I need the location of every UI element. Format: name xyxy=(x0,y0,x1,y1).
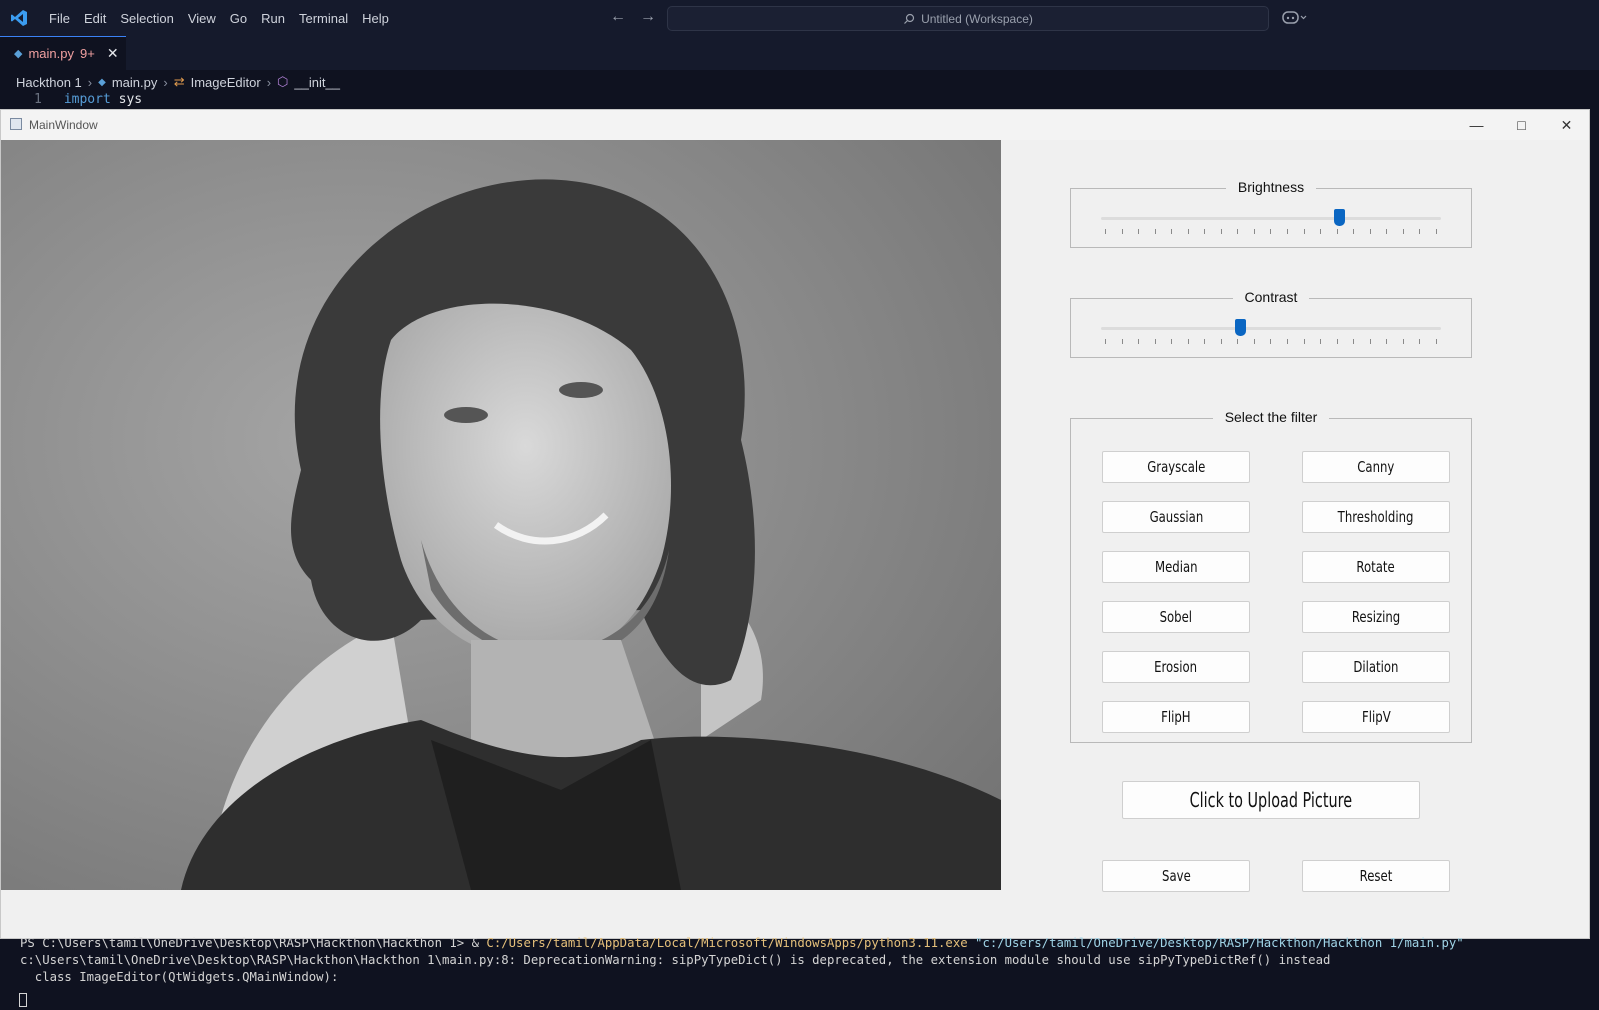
save-button[interactable]: Save xyxy=(1102,860,1250,892)
chevron-right-icon: › xyxy=(266,74,272,90)
menu-bar: File Edit Selection View Go Run Terminal… xyxy=(42,0,396,36)
contrast-label: Contrast xyxy=(1232,289,1310,305)
erosion-button[interactable]: Erosion xyxy=(1102,651,1250,683)
gaussian-button[interactable]: Gaussian xyxy=(1102,501,1250,533)
sobel-button[interactable]: Sobel xyxy=(1102,601,1250,633)
flipv-button[interactable]: FlipV xyxy=(1302,701,1450,733)
tab-problem-badge: 9+ xyxy=(80,46,95,61)
vscode-titlebar: File Edit Selection View Go Run Terminal… xyxy=(0,0,1599,36)
command-center-text: Untitled (Workspace) xyxy=(921,11,1033,26)
tab-main-py[interactable]: ◆ main.py 9+ ✕ xyxy=(0,36,126,70)
terminal-line-1: PS C:\Users\tamil\OneDrive\Desktop\RASP\… xyxy=(20,936,1464,950)
terminal-line-3: class ImageEditor(QtWidgets.QMainWindow)… xyxy=(20,970,339,984)
minimize-icon[interactable]: — xyxy=(1454,110,1499,140)
resizing-button[interactable]: Resizing xyxy=(1302,601,1450,633)
terminal-exe-path: C:/Users/tamil/AppData/Local/Microsoft/W… xyxy=(486,936,968,950)
qt-main-window: MainWindow — □ ✕ Brightness Contrast Sel… xyxy=(0,109,1590,939)
navigation-arrows: ← → xyxy=(610,8,656,26)
contrast-slider-track[interactable] xyxy=(1101,327,1441,330)
code-identifier: sys xyxy=(118,92,143,107)
window-icon xyxy=(10,118,22,130)
portrait-image xyxy=(1,140,1001,890)
menu-help[interactable]: Help xyxy=(355,11,396,26)
terminal-cursor xyxy=(19,993,27,1007)
breadcrumb-file[interactable]: main.py xyxy=(112,75,158,90)
terminal-prompt: PS C:\Users\tamil\OneDrive\Desktop\RASP\… xyxy=(20,936,487,950)
median-button[interactable]: Median xyxy=(1102,551,1250,583)
brightness-label: Brightness xyxy=(1225,179,1317,195)
copilot-icon[interactable] xyxy=(1282,9,1308,28)
python-file-icon: ◆ xyxy=(14,48,23,60)
line-number: 1 xyxy=(34,92,42,107)
brightness-slider-track[interactable] xyxy=(1101,217,1441,220)
menu-edit[interactable]: Edit xyxy=(77,11,113,26)
filter-group-label: Select the filter xyxy=(1212,409,1330,425)
menu-file[interactable]: File xyxy=(42,11,77,26)
thresholding-button[interactable]: Thresholding xyxy=(1302,501,1450,533)
image-preview xyxy=(1,140,1001,890)
menu-view[interactable]: View xyxy=(181,11,223,26)
canny-button[interactable]: Canny xyxy=(1302,451,1450,483)
editor-tab-bar: ◆ main.py 9+ ✕ xyxy=(0,36,1599,70)
contrast-group: Contrast xyxy=(1070,289,1472,358)
command-center-search[interactable]: Untitled (Workspace) xyxy=(667,6,1269,31)
forward-arrow-icon[interactable]: → xyxy=(640,8,656,26)
maximize-icon[interactable]: □ xyxy=(1499,110,1544,140)
reset-button[interactable]: Reset xyxy=(1302,860,1450,892)
qt-titlebar[interactable]: MainWindow — □ ✕ xyxy=(1,110,1589,140)
menu-terminal[interactable]: Terminal xyxy=(292,11,355,26)
editor-area: Hackthon 1 › ◆ main.py › ⇄ ImageEditor ›… xyxy=(0,70,1599,110)
fliph-button[interactable]: FlipH xyxy=(1102,701,1250,733)
breadcrumb-folder[interactable]: Hackthon 1 xyxy=(16,75,82,90)
rotate-button[interactable]: Rotate xyxy=(1302,551,1450,583)
terminal-script-arg: "c:/Users/tamil/OneDrive/Desktop/RASP/Ha… xyxy=(967,936,1464,950)
menu-run[interactable]: Run xyxy=(254,11,292,26)
chevron-right-icon: › xyxy=(163,74,168,90)
grayscale-button[interactable]: Grayscale xyxy=(1102,451,1250,483)
code-line[interactable]: 1 import sys xyxy=(34,92,142,107)
menu-go[interactable]: Go xyxy=(223,11,254,26)
breadcrumb-method[interactable]: __init__ xyxy=(294,75,340,90)
back-arrow-icon[interactable]: ← xyxy=(610,8,626,26)
vscode-logo-icon[interactable] xyxy=(10,9,28,27)
python-file-icon: ◆ xyxy=(98,76,106,88)
search-icon xyxy=(904,13,915,24)
class-symbol-icon: ⇄ xyxy=(173,74,185,89)
breadcrumb: Hackthon 1 › ◆ main.py › ⇄ ImageEditor ›… xyxy=(16,74,340,90)
contrast-slider-handle[interactable] xyxy=(1235,319,1247,336)
upload-picture-button[interactable]: Click to Upload Picture xyxy=(1122,781,1420,819)
dilation-button[interactable]: Dilation xyxy=(1302,651,1450,683)
tab-filename: main.py xyxy=(28,46,74,61)
close-icon[interactable]: ✕ xyxy=(1544,110,1589,140)
window-title: MainWindow xyxy=(29,118,98,132)
brightness-slider-handle[interactable] xyxy=(1334,209,1345,226)
terminal-panel[interactable]: PS C:\Users\tamil\OneDrive\Desktop\RASP\… xyxy=(0,936,1599,1010)
chevron-right-icon: › xyxy=(87,74,93,90)
menu-selection[interactable]: Selection xyxy=(113,11,180,26)
contrast-ticks xyxy=(1105,339,1437,345)
terminal-line-2: c:\Users\tamil\OneDrive\Desktop\RASP\Hac… xyxy=(20,953,1331,967)
brightness-group: Brightness xyxy=(1070,179,1472,248)
code-keyword: import xyxy=(63,92,111,107)
close-icon[interactable]: ✕ xyxy=(107,45,119,62)
breadcrumb-class[interactable]: ImageEditor xyxy=(191,75,261,90)
window-controls: — □ ✕ xyxy=(1454,110,1589,140)
method-symbol-icon: ⬡ xyxy=(277,74,289,89)
brightness-ticks xyxy=(1105,229,1437,235)
